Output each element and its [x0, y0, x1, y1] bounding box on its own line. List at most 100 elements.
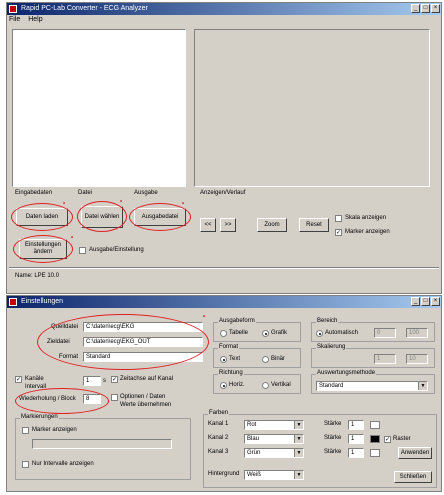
mark-4: • [71, 235, 74, 241]
st3-field[interactable]: 1 [348, 448, 364, 458]
repeat-label: Wiederholung / Block [19, 396, 76, 402]
format-group: Format Text Binär [213, 344, 301, 368]
interval-field[interactable]: 1 [83, 376, 101, 386]
direction-horiz-label: Horiz. [229, 382, 245, 388]
row3-label: Kanal 3 [208, 449, 229, 455]
extra-option-checkbox[interactable] [79, 247, 86, 254]
row4-label: Hintergrund [208, 471, 240, 477]
group-b-label: Datei [78, 190, 93, 196]
output-form-group: Ausgabeform Tabelle Grafik [213, 318, 301, 342]
chevron-down-icon[interactable]: ▼ [294, 449, 303, 457]
maximize-button[interactable]: □ [421, 4, 430, 13]
main-title: Rapid PC-Lab Converter - ECG Analyzer [21, 5, 148, 12]
output-table-radio[interactable] [220, 330, 227, 337]
row3-value: Grün [247, 450, 261, 456]
settings-button[interactable]: Einstellungen ändern [19, 239, 67, 259]
scale-group: Skalierung 1 10 [311, 344, 435, 368]
options-checkbox[interactable] [111, 394, 118, 401]
dialog-maximize-button[interactable]: □ [421, 297, 430, 306]
timeaxis-checkbox[interactable]: ✓ [111, 376, 118, 383]
scale-field-1: 1 [374, 354, 396, 364]
prev-button[interactable]: << [200, 218, 216, 232]
format-text-radio[interactable] [220, 356, 227, 363]
grid-checkbox[interactable]: ✓ [384, 436, 391, 443]
marker-show-label: Marker anzeigen [32, 427, 77, 433]
reset-button[interactable]: Reset [299, 218, 329, 232]
color-swatch-1[interactable] [370, 421, 380, 429]
direction-vert-label: Vertikal [271, 382, 291, 388]
marker-intervals-checkbox[interactable] [22, 461, 29, 468]
source-field[interactable]: C:\daten\ecg\EKG [83, 322, 203, 332]
zoom-button[interactable]: Zoom [257, 218, 287, 232]
marker-show-checkbox[interactable] [22, 427, 29, 434]
output-graph-label: Grafik [271, 330, 288, 336]
chevron-down-icon[interactable]: ▼ [294, 471, 303, 479]
apply-button[interactable]: Anwenden [398, 447, 432, 459]
channels-checkbox[interactable]: ✓ [15, 376, 22, 383]
row1-value: Rot [247, 422, 257, 428]
app-icon [9, 5, 17, 13]
close-dialog-button[interactable]: Schließen [394, 471, 432, 483]
range-auto-label: Automatisch [325, 330, 359, 336]
dialog-icon [9, 298, 17, 306]
method-select[interactable]: Standard ▼ [316, 381, 428, 391]
show-scale-checkbox[interactable] [335, 215, 342, 222]
extra-option-label: Ausgabe/Einstellung [89, 247, 144, 253]
marker-group: Markierungen Marker anzeigen Nur Interva… [15, 414, 191, 480]
color-swatch-2[interactable] [370, 435, 380, 443]
list-panel[interactable] [12, 29, 186, 187]
row3-select[interactable]: Grün ▼ [244, 448, 304, 458]
settings-dialog: Einstellungen _ □ × Quelldatei C:\daten\… [6, 295, 442, 492]
output-file-button[interactable]: Ausgabedatei [134, 208, 186, 226]
next-button[interactable]: >> [220, 218, 236, 232]
direction-group: Richtung Horiz. Vertikal [213, 370, 301, 394]
marker-disabled-field [32, 439, 172, 449]
menu-file[interactable]: File [9, 16, 20, 23]
minimize-button[interactable]: _ [411, 4, 420, 13]
direction-horiz-radio[interactable] [220, 382, 227, 389]
options-label: Optionen / Daten [120, 394, 166, 400]
color-swatch-3[interactable] [370, 449, 380, 457]
repeat-field[interactable]: 8 [83, 394, 101, 404]
st1-field[interactable]: 1 [348, 420, 364, 430]
format-text-label: Text [229, 356, 241, 362]
chevron-down-icon[interactable]: ▼ [294, 435, 303, 443]
close-button[interactable]: × [431, 4, 440, 13]
load-data-button[interactable]: Daten laden [16, 208, 68, 226]
main-title-bar[interactable]: Rapid PC-Lab Converter - ECG Analyzer _ … [7, 3, 441, 15]
direction-vert-radio[interactable] [262, 382, 269, 389]
takeover-label: Werte übernehmen [120, 402, 172, 408]
st2-field[interactable]: 1 [348, 434, 364, 444]
format-binary-radio[interactable] [262, 356, 269, 363]
dialog-minimize-button[interactable]: _ [411, 297, 420, 306]
colors-group: Farben Kanal 1 Rot ▼ Kanal 2 Blau ▼ Kanal … [203, 410, 437, 488]
row2-value: Blau [247, 436, 260, 442]
format-field[interactable]: Standard [83, 352, 203, 362]
dialog-close-button[interactable]: × [431, 297, 440, 306]
mark-5: • [203, 314, 206, 320]
chevron-down-icon[interactable]: ▼ [294, 421, 303, 429]
chevron-down-icon[interactable]: ▼ [418, 382, 427, 390]
status-divider [9, 267, 439, 269]
st1-label: Stärke [324, 421, 342, 427]
output-form-title: Ausgabeform [218, 318, 256, 324]
group-a-label: Eingabedaten [15, 190, 53, 196]
row4-value: Weiß [247, 472, 261, 478]
marker-group-title: Markierungen [20, 414, 59, 420]
scale-field-2: 10 [406, 354, 428, 364]
range-max-field: 100 [406, 328, 428, 338]
target-field[interactable]: C:\daten\ecg\EKG_OUT [83, 337, 203, 347]
row1-select[interactable]: Rot ▼ [244, 420, 304, 430]
select-file-button[interactable]: Datei wählen [81, 206, 123, 228]
show-markers-label: Marker anzeigen [345, 229, 390, 235]
settings-title-bar[interactable]: Einstellungen _ □ × [7, 296, 441, 308]
menu-bar: File Help [9, 16, 49, 26]
menu-help[interactable]: Help [28, 16, 42, 23]
row4-select[interactable]: Weiß ▼ [244, 470, 304, 480]
output-graph-radio[interactable] [262, 330, 269, 337]
group-c-label: Ausgabe [134, 190, 158, 196]
show-markers-checkbox[interactable]: ✓ [335, 229, 342, 236]
grid-label: Raster [393, 436, 411, 442]
range-auto-radio[interactable] [316, 330, 323, 337]
row2-select[interactable]: Blau ▼ [244, 434, 304, 444]
